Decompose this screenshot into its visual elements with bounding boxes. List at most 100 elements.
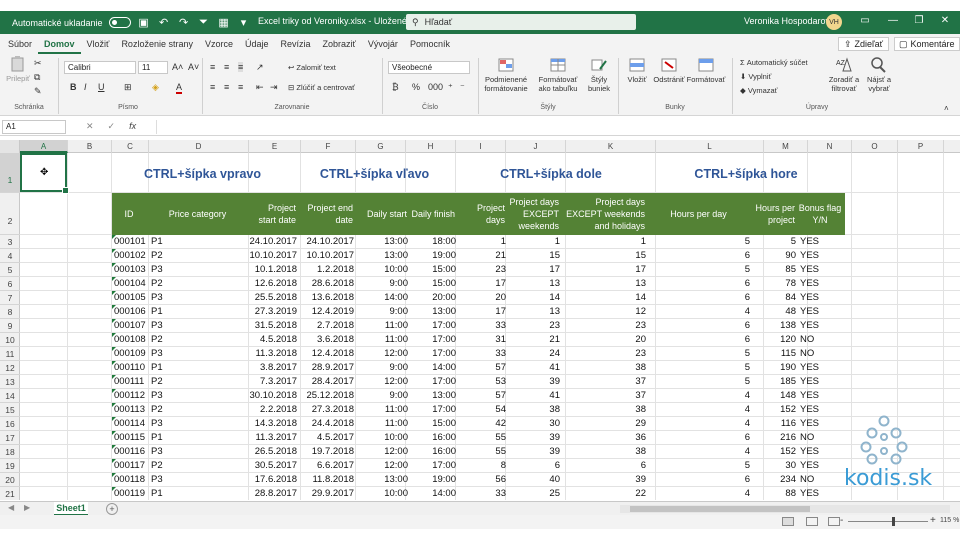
table-cell[interactable]: 13:00 [410, 305, 458, 319]
table-cell[interactable]: 39 [508, 445, 562, 459]
table-cell[interactable]: 13 [508, 305, 562, 319]
table-cell[interactable]: YES [798, 375, 845, 389]
filter-icon[interactable]: ⏷ [197, 16, 211, 30]
table-cell[interactable]: 39 [562, 473, 648, 487]
table-cell[interactable]: YES [798, 417, 845, 431]
table-cell[interactable]: 11.3.2018 [249, 347, 299, 361]
column-header-f[interactable]: F [301, 140, 356, 153]
tab-subor[interactable]: Súbor [2, 34, 38, 54]
table-cell[interactable]: 37 [562, 375, 648, 389]
normal-view-icon[interactable] [782, 517, 794, 526]
table-cell[interactable]: 29.9.2017 [299, 487, 356, 500]
table-cell[interactable]: 23 [562, 347, 648, 361]
table-cell[interactable]: 14 [508, 291, 562, 305]
table-cell[interactable]: 5 [752, 235, 798, 249]
tab-vyvojar[interactable]: Vývojár [362, 34, 404, 54]
table-cell[interactable]: 000115 [112, 431, 149, 445]
copy-icon[interactable]: ⧉ [34, 72, 40, 83]
table-cell[interactable]: 17:00 [410, 459, 458, 473]
font-name-field[interactable]: Calibri [64, 61, 136, 74]
zoom-in-icon[interactable]: + [930, 515, 936, 526]
format-cells-button[interactable]: Formátovať [686, 57, 726, 84]
table-cell[interactable]: 12:00 [356, 375, 410, 389]
table-cell[interactable]: 19:00 [410, 473, 458, 487]
insert-cells-button[interactable]: Vložiť [622, 57, 652, 84]
table-cell[interactable]: 30 [508, 417, 562, 431]
table-cell[interactable]: 25.5.2018 [249, 291, 299, 305]
table-cell[interactable]: 185 [752, 375, 798, 389]
table-cell[interactable]: 000103 [112, 263, 149, 277]
number-format-field[interactable]: Všeobecné [388, 61, 470, 74]
restore-icon[interactable]: ❐ [912, 15, 926, 26]
table-cell[interactable]: 116 [752, 417, 798, 431]
orientation-icon[interactable]: ↗ [256, 62, 264, 73]
zoom-slider[interactable] [848, 521, 928, 522]
table-cell[interactable]: P1 [149, 431, 249, 445]
column-header-g[interactable]: G [356, 140, 406, 153]
table-cell[interactable]: 12 [562, 305, 648, 319]
table-cell[interactable]: 7.3.2017 [249, 375, 299, 389]
table-cell[interactable]: 23 [562, 319, 648, 333]
table-cell[interactable]: 1.2.2018 [299, 263, 356, 277]
table-cell[interactable]: 6.6.2017 [299, 459, 356, 473]
table-cell[interactable]: 5 [648, 235, 752, 249]
tab-domov[interactable]: Domov [38, 34, 81, 54]
align-middle-icon[interactable]: ≡ [224, 62, 229, 72]
table-cell[interactable]: 000112 [112, 389, 149, 403]
conditional-formatting-button[interactable]: Podmienené formátovanie [480, 57, 532, 93]
align-top-icon[interactable]: ≡ [210, 62, 215, 72]
grow-font-icon[interactable]: A˄ [172, 62, 183, 72]
table-cell[interactable]: YES [798, 291, 845, 305]
shrink-font-icon[interactable]: A˅ [188, 62, 199, 72]
table-cell[interactable]: YES [798, 319, 845, 333]
cell-area[interactable]: CTRL+šípka vpravo CTRL+šípka vľavo CTRL+ší… [20, 153, 960, 500]
table-cell[interactable]: 5 [648, 347, 752, 361]
table-cell[interactable]: 14:00 [410, 361, 458, 375]
table-cell[interactable]: 30.10.2018 [249, 389, 299, 403]
table-cell[interactable]: 56 [458, 473, 508, 487]
table-cell[interactable]: YES [798, 277, 845, 291]
table-cell[interactable]: YES [798, 459, 845, 473]
table-cell[interactable]: 148 [752, 389, 798, 403]
table-cell[interactable]: 17:00 [410, 375, 458, 389]
bold-icon[interactable]: B [70, 82, 77, 92]
table-cell[interactable]: 138 [752, 319, 798, 333]
table-cell[interactable]: 4 [648, 487, 752, 500]
format-as-table-button[interactable]: Formátovať ako tabuľku [534, 57, 582, 93]
table-cell[interactable]: P2 [149, 277, 249, 291]
row-header-20[interactable]: 20 [0, 473, 20, 487]
table-cell[interactable]: 38 [562, 403, 648, 417]
name-box[interactable]: A1 [2, 120, 66, 134]
fill-button[interactable]: ⬇ Vyplniť [740, 72, 771, 81]
table-cell[interactable]: 000102 [112, 249, 149, 263]
table-cell[interactable]: 4 [648, 389, 752, 403]
table-cell[interactable]: 41 [508, 389, 562, 403]
table-cell[interactable]: 25.12.2018 [299, 389, 356, 403]
table-cell[interactable]: 152 [752, 445, 798, 459]
row-header-13[interactable]: 13 [0, 375, 20, 389]
table-cell[interactable]: 37 [562, 389, 648, 403]
table-cell[interactable]: 9:00 [356, 389, 410, 403]
minimize-icon[interactable]: — [886, 15, 900, 26]
table-cell[interactable]: 27.3.2018 [299, 403, 356, 417]
page-layout-icon[interactable] [806, 517, 818, 526]
table-cell[interactable]: 5 [648, 361, 752, 375]
table-cell[interactable]: 18:00 [410, 235, 458, 249]
table-cell[interactable]: 000109 [112, 347, 149, 361]
column-header-k[interactable]: K [566, 140, 656, 153]
column-header-l[interactable]: L [656, 140, 764, 153]
table-cell[interactable]: 000119 [112, 487, 149, 500]
table-cell[interactable]: 6 [648, 249, 752, 263]
table-cell[interactable]: 13.6.2018 [299, 291, 356, 305]
table-cell[interactable]: 21 [458, 249, 508, 263]
table-cell[interactable]: 6 [562, 459, 648, 473]
table-cell[interactable]: 216 [752, 431, 798, 445]
table-cell[interactable]: 2.2.2018 [249, 403, 299, 417]
font-color-icon[interactable]: A [176, 82, 183, 94]
table-cell[interactable]: 234 [752, 473, 798, 487]
table-cell[interactable]: 42 [458, 417, 508, 431]
table-cell[interactable]: 10:00 [356, 263, 410, 277]
table-cell[interactable]: 2.7.2018 [299, 319, 356, 333]
table-cell[interactable]: 20 [458, 291, 508, 305]
customize-dropdown-icon[interactable]: ▾ [237, 16, 251, 30]
